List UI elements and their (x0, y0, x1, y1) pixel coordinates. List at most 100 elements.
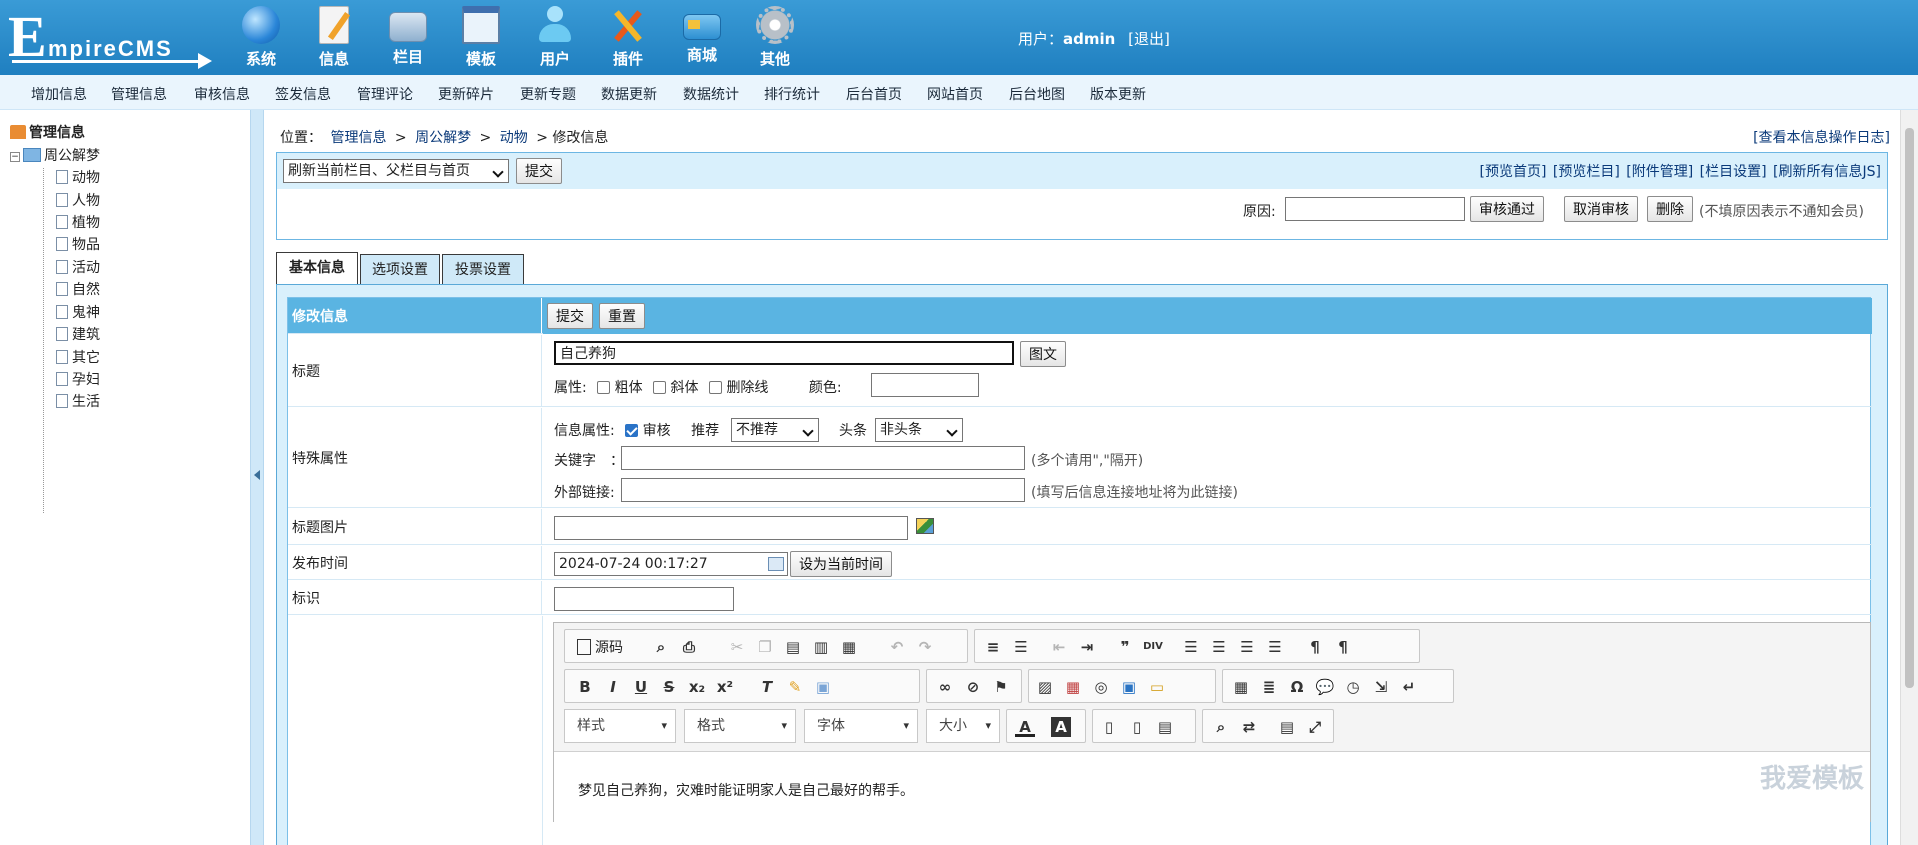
blockquote-icon[interactable]: ❞ (1115, 637, 1135, 657)
replace-icon[interactable]: ⇄ (1239, 717, 1259, 737)
flash-icon[interactable]: ▦ (1063, 677, 1083, 697)
crumb-animal[interactable]: 动物 (500, 130, 528, 146)
attachment-manage-link[interactable]: [附件管理] (1626, 164, 1693, 180)
strikethrough-icon[interactable]: S (659, 677, 679, 697)
tree-item-people[interactable]: 人物 (56, 190, 100, 210)
special-char-icon[interactable]: Ω (1287, 677, 1307, 697)
align-right-icon[interactable]: ☰ (1237, 637, 1257, 657)
nav-system[interactable]: 系统 (232, 4, 290, 70)
nav-info[interactable]: 信息 (305, 4, 363, 70)
calendar-icon[interactable] (768, 557, 784, 571)
tab-vote-settings[interactable]: 投票设置 (442, 254, 524, 286)
submenu-add-info[interactable]: 增加信息 (31, 84, 87, 104)
submenu-manage-info[interactable]: 管理信息 (111, 84, 167, 104)
indent-icon[interactable]: ⇥ (1077, 637, 1097, 657)
link-icon[interactable]: ∞ (935, 677, 955, 697)
refresh-all-js-link[interactable]: [刷新所有信息JS] (1773, 164, 1881, 180)
editor-content-area[interactable]: 梦见自己养狗，灾难时能证明家人是自己最好的帮手。 我爱模板 (554, 751, 1870, 823)
paste-icon[interactable]: ▤ (783, 637, 803, 657)
set-current-time-button[interactable]: 设为当前时间 (790, 551, 892, 577)
document-icon[interactable]: ▤ (1155, 717, 1175, 737)
font-combo[interactable]: 字体 (804, 709, 918, 743)
outdent-icon[interactable]: ⇤ (1049, 637, 1069, 657)
submenu-audit-info[interactable]: 审核信息 (194, 84, 250, 104)
recommend-select[interactable]: 不推荐 (731, 418, 819, 442)
bulleted-list-icon[interactable]: ☰ (1011, 637, 1031, 657)
size-combo[interactable]: 大小 (926, 709, 1000, 743)
anchor-flag-icon[interactable]: ⚑ (991, 677, 1011, 697)
delete-button[interactable]: 删除 (1647, 196, 1693, 222)
paste-format-icon[interactable]: ▣ (813, 677, 833, 697)
clean-brush-icon[interactable]: ✎ (785, 677, 805, 697)
underline-icon[interactable]: U (631, 677, 651, 697)
image-icon[interactable]: ▨ (1035, 677, 1055, 697)
tree-item-activity[interactable]: 活动 (56, 257, 100, 277)
crumb-site[interactable]: 周公解梦 (415, 130, 471, 146)
source-button[interactable]: 源码 (577, 637, 623, 657)
undo-icon[interactable]: ↶ (887, 637, 907, 657)
table-icon[interactable]: ▦ (1231, 677, 1251, 697)
background-color-icon[interactable]: A (1051, 717, 1071, 737)
print-icon[interactable]: ⎙ (679, 637, 699, 657)
submenu-admin-home[interactable]: 后台首页 (846, 84, 902, 104)
bold-icon[interactable]: B (575, 677, 595, 697)
nav-plugin[interactable]: 插件 (599, 4, 657, 70)
div-container-icon[interactable]: DIV (1143, 637, 1163, 657)
submenu-data-stats[interactable]: 数据统计 (683, 84, 739, 104)
tree-item-other[interactable]: 其它 (56, 347, 100, 367)
submenu-manage-comments[interactable]: 管理评论 (357, 84, 413, 104)
publish-time-input[interactable]: 2024-07-24 00:17:27 (554, 552, 788, 576)
paste-text-icon[interactable]: ▥ (811, 637, 831, 657)
nav-column[interactable]: 栏目 (379, 4, 437, 70)
numbered-list-icon[interactable]: ≡ (983, 637, 1003, 657)
tree-item-ghost[interactable]: 鬼神 (56, 302, 100, 322)
media-icon[interactable]: ▣ (1119, 677, 1139, 697)
horizontal-rule-icon[interactable]: ≣ (1259, 677, 1279, 697)
nav-other[interactable]: 其他 (746, 4, 804, 70)
submenu-admin-map[interactable]: 后台地图 (1009, 84, 1065, 104)
audit-checkbox[interactable] (625, 424, 639, 437)
page-scrollbar[interactable] (1900, 110, 1918, 845)
tab-basic-info[interactable]: 基本信息 (276, 252, 358, 284)
new-page-icon[interactable]: ▯ (1127, 717, 1147, 737)
emoticon-icon[interactable]: 💬 (1315, 677, 1335, 697)
crumb-manage-info[interactable]: 管理信息 (330, 130, 386, 146)
tree-item-nature[interactable]: 自然 (56, 279, 100, 299)
nav-user[interactable]: 用户 (526, 4, 584, 70)
cancel-approve-button[interactable]: 取消审核 (1564, 196, 1638, 222)
tree-item-building[interactable]: 建筑 (56, 324, 100, 344)
sidebar-splitter[interactable] (250, 110, 264, 845)
tree-site[interactable]: − 周公解梦 (10, 145, 100, 165)
remove-format-icon[interactable]: T (757, 677, 777, 697)
submenu-sign-info[interactable]: 签发信息 (275, 84, 331, 104)
redo-icon[interactable]: ↷ (915, 637, 935, 657)
refresh-submit-button[interactable]: 提交 (516, 158, 562, 184)
subscript-icon[interactable]: x₂ (687, 677, 707, 697)
line-break-icon[interactable]: ↵ (1399, 677, 1419, 697)
format-combo[interactable]: 格式 (684, 709, 796, 743)
submenu-data-update[interactable]: 数据更新 (601, 84, 657, 104)
title-input[interactable]: 自己养狗 (554, 341, 1014, 365)
strike-checkbox[interactable] (708, 381, 722, 394)
form-submit-button[interactable]: 提交 (547, 303, 593, 329)
select-image-icon[interactable] (916, 518, 934, 534)
tree-root[interactable]: 管理信息 (10, 122, 85, 142)
align-left-icon[interactable]: ☰ (1181, 637, 1201, 657)
preview-home-link[interactable]: [预览首页] (1479, 164, 1546, 180)
unlink-icon[interactable]: ⊘ (963, 677, 983, 697)
submenu-update-topics[interactable]: 更新专题 (520, 84, 576, 104)
superscript-icon[interactable]: x² (715, 677, 735, 697)
approve-button[interactable]: 审核通过 (1470, 196, 1544, 222)
collapse-icon[interactable]: − (10, 152, 20, 162)
maximize-icon[interactable]: ⤢ (1305, 717, 1325, 737)
refresh-scope-select[interactable]: 刷新当前栏目、父栏目与首页 (283, 159, 509, 183)
submenu-version-update[interactable]: 版本更新 (1090, 84, 1146, 104)
logout-link[interactable]: [退出] (1128, 30, 1170, 48)
templates-icon[interactable]: ▯ (1099, 717, 1119, 737)
italic-icon[interactable]: I (603, 677, 623, 697)
column-settings-link[interactable]: [栏目设置] (1700, 164, 1767, 180)
tab-option-settings[interactable]: 选项设置 (360, 254, 440, 286)
compass-icon[interactable]: ◎ (1091, 677, 1111, 697)
align-justify-icon[interactable]: ☰ (1265, 637, 1285, 657)
tree-item-life[interactable]: 生活 (56, 391, 100, 411)
